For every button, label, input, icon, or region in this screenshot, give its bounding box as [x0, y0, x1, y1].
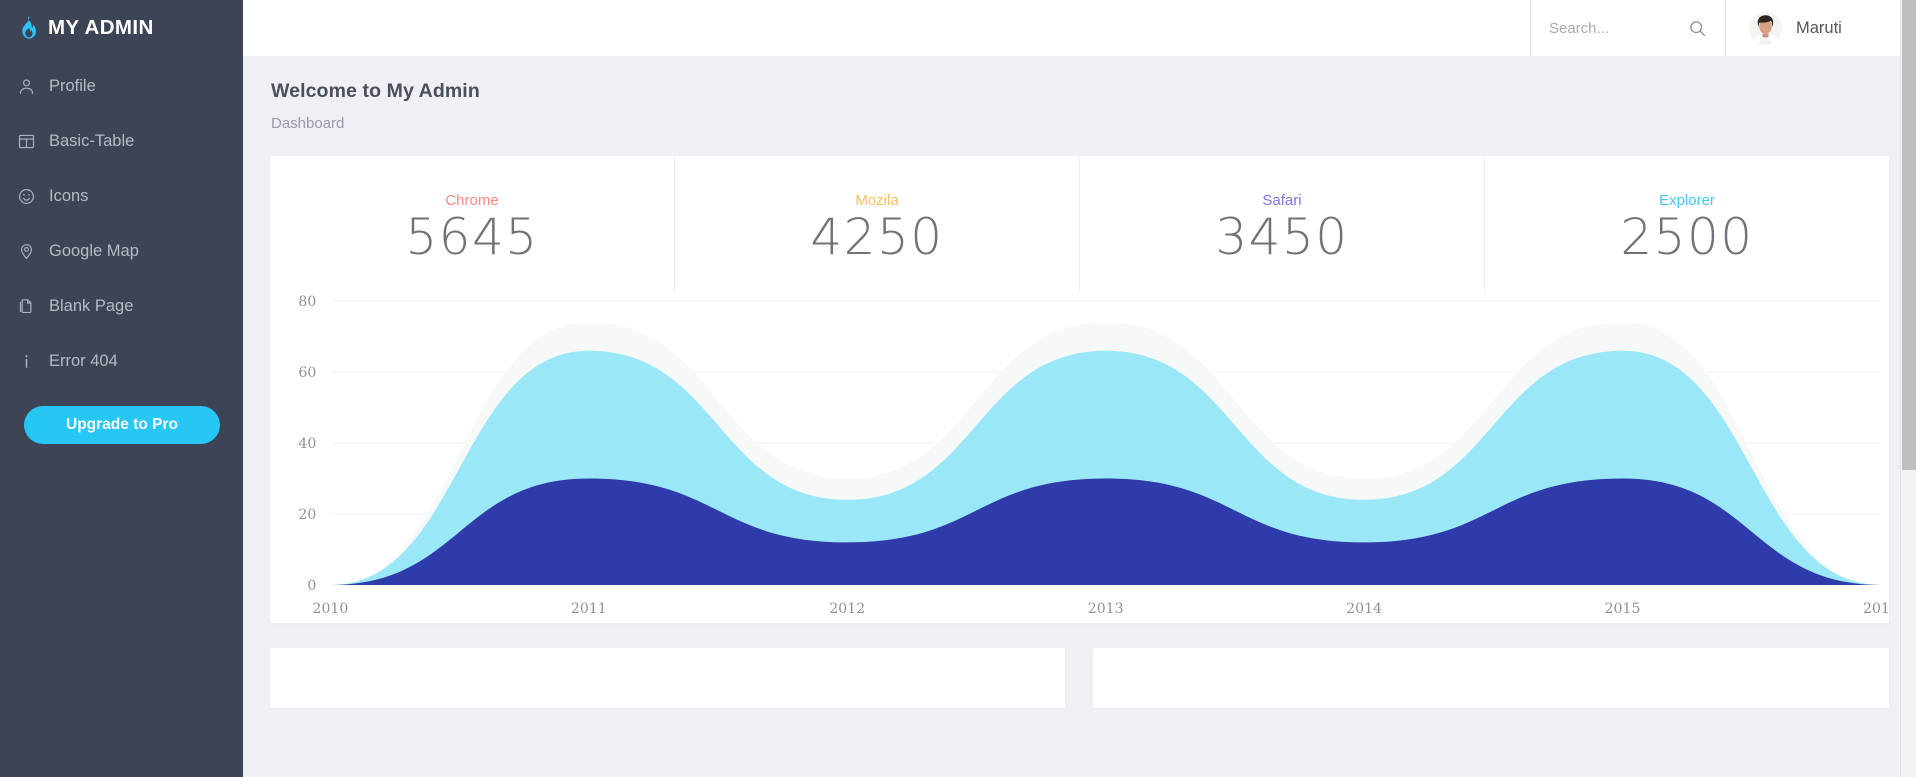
user-icon	[17, 78, 35, 96]
search-box[interactable]	[1530, 0, 1726, 56]
svg-text:60: 60	[298, 365, 316, 381]
scrollbar-thumb[interactable]	[1902, 0, 1916, 470]
stat-explorer[interactable]: Explorer 2500	[1485, 156, 1889, 293]
bottom-card-right	[1093, 648, 1889, 708]
main-content: Maruti Welcome to My Admin Dashboard Chr…	[243, 0, 1916, 777]
flame-icon	[18, 16, 38, 40]
info-icon	[17, 353, 35, 371]
stat-mozila[interactable]: Mozila 4250	[675, 156, 1080, 293]
svg-text:0: 0	[307, 578, 316, 594]
stat-label: Explorer	[1659, 191, 1715, 209]
svg-text:2012: 2012	[829, 601, 865, 617]
svg-text:20: 20	[298, 507, 316, 523]
stat-chrome[interactable]: Chrome 5645	[270, 156, 675, 293]
svg-text:2011: 2011	[571, 601, 607, 617]
stat-value: 2500	[1620, 207, 1754, 266]
user-name: Maruti	[1796, 18, 1842, 37]
stat-label: Safari	[1262, 191, 1302, 209]
table-icon	[17, 133, 35, 151]
area-chart-svg[interactable]: 0 20 40 60 80 2010 2011 2012 2013 2014 2015 2016	[270, 293, 1889, 623]
sidebar-item-error-404[interactable]: Error 404	[0, 334, 243, 389]
sidebar-item-label: Blank Page	[49, 297, 134, 315]
sidebar-item-label: Icons	[49, 187, 89, 205]
sidebar-item-label: Google Map	[49, 242, 139, 260]
search-icon[interactable]	[1689, 20, 1706, 37]
search-input[interactable]	[1549, 19, 1681, 37]
svg-text:40: 40	[298, 436, 316, 452]
map-pin-icon	[17, 243, 35, 261]
bottom-card-left	[270, 648, 1065, 708]
svg-text:2010: 2010	[312, 601, 348, 617]
sidebar-item-blank-page[interactable]: Blank Page	[0, 279, 243, 334]
svg-text:2016: 2016	[1863, 601, 1889, 617]
overview-card: Chrome 5645 Mozila 4250 Safari 3450 Expl…	[270, 156, 1889, 623]
stat-value: 5645	[405, 207, 539, 266]
sidebar-item-basic-table[interactable]: Basic-Table	[0, 114, 243, 169]
svg-text:2014: 2014	[1346, 601, 1382, 617]
svg-text:2013: 2013	[1088, 601, 1124, 617]
stat-value: 3450	[1215, 207, 1349, 266]
sidebar-item-label: Basic-Table	[49, 132, 135, 150]
sidebar-item-google-map[interactable]: Google Map	[0, 224, 243, 279]
sidebar-item-icons[interactable]: Icons	[0, 169, 243, 224]
area-chart[interactable]: 0 20 40 60 80 2010 2011 2012 2013 2014 2015 2016	[270, 293, 1889, 623]
page-title: Welcome to My Admin	[271, 80, 480, 102]
stat-label: Chrome	[445, 191, 499, 209]
avatar	[1749, 11, 1782, 45]
breadcrumb: Dashboard	[271, 115, 345, 132]
svg-text:2015: 2015	[1605, 601, 1641, 617]
sidebar-item-label: Profile	[49, 77, 96, 95]
brand-logo[interactable]: MY ADMIN	[0, 0, 243, 56]
upgrade-to-pro-button[interactable]: Upgrade to Pro	[24, 406, 220, 444]
svg-text:80: 80	[298, 294, 316, 310]
stat-safari[interactable]: Safari 3450	[1080, 156, 1485, 293]
upgrade-section: Upgrade to Pro	[0, 389, 243, 444]
sidebar-nav: Profile Basic-Table Icons Google Map Bla…	[0, 59, 243, 389]
page-scrollbar[interactable]	[1900, 0, 1916, 777]
bottom-cards-row	[270, 648, 1889, 708]
admin-dashboard: MY ADMIN Profile Basic-Table Icons Googl…	[0, 0, 1916, 777]
brand-title: MY ADMIN	[48, 16, 154, 39]
page-header: Welcome to My Admin Dashboard	[243, 56, 1916, 132]
sidebar-item-label: Error 404	[49, 352, 118, 370]
files-icon	[17, 298, 35, 316]
user-menu[interactable]: Maruti	[1726, 0, 1916, 56]
sidebar: MY ADMIN Profile Basic-Table Icons Googl…	[0, 0, 243, 777]
sidebar-item-profile[interactable]: Profile	[0, 59, 243, 114]
smiley-icon	[17, 188, 35, 206]
browser-stats-row: Chrome 5645 Mozila 4250 Safari 3450 Expl…	[270, 156, 1889, 293]
topbar: Maruti	[243, 0, 1916, 56]
stat-value: 4250	[810, 207, 944, 266]
stat-label: Mozila	[855, 191, 899, 209]
